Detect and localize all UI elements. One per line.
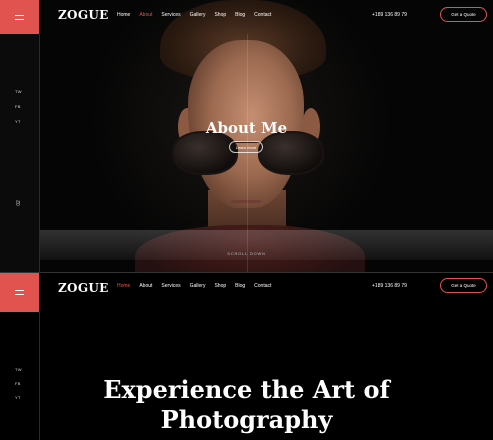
left-rail-divider <box>39 34 40 273</box>
nav-gallery[interactable]: Gallery <box>190 12 206 18</box>
nav-gallery[interactable]: Gallery <box>190 283 206 289</box>
social-twitter[interactable]: TW <box>15 89 22 94</box>
site-header-sticky: ZOGUE Home About Services Gallery Shop B… <box>0 273 493 312</box>
nav-shop[interactable]: Shop <box>214 283 226 289</box>
nav-blog[interactable]: Blog <box>235 12 245 18</box>
nav-shop[interactable]: Shop <box>214 12 226 18</box>
hero-title: About Me <box>205 119 288 137</box>
nav-services[interactable]: Services <box>161 283 180 289</box>
section-title-line-2: Photography <box>160 405 333 434</box>
get-quote-button[interactable]: Get a Quote <box>440 278 487 293</box>
get-quote-button[interactable]: Get a Quote <box>440 7 487 22</box>
nav-home[interactable]: Home <box>117 12 130 18</box>
menu-icon-bar <box>15 294 24 295</box>
site-header: ZOGUE Home About Services Gallery Shop B… <box>0 0 493 34</box>
main-nav: Home About Services Gallery Shop Blog Co… <box>117 12 280 18</box>
site-logo[interactable]: ZOGUE <box>58 8 109 22</box>
nav-about[interactable]: About <box>139 12 152 18</box>
menu-toggle-button[interactable] <box>0 273 39 312</box>
slide-counter: 02 <box>15 200 22 206</box>
social-twitter[interactable]: TW <box>15 367 22 372</box>
menu-icon-bar <box>15 290 24 291</box>
site-logo[interactable]: ZOGUE <box>58 281 109 295</box>
phone-number[interactable]: +189 136 89 79 <box>372 283 407 289</box>
nav-contact[interactable]: Contact <box>254 12 271 18</box>
section-title-line-1: Experience the Art of <box>103 375 390 404</box>
sunglasses-lens-right <box>258 131 324 175</box>
nav-services[interactable]: Services <box>161 12 180 18</box>
scroll-down-link[interactable]: SCROLL DOWN <box>0 251 493 256</box>
learn-more-button[interactable]: Learn more <box>229 141 263 153</box>
phone-number[interactable]: +189 136 89 79 <box>372 12 407 18</box>
menu-icon-bar <box>15 14 24 16</box>
hero-guide-line <box>247 34 248 273</box>
nav-home[interactable]: Home <box>117 283 130 289</box>
section-title: Experience the Art of Photography <box>0 375 493 435</box>
hero-frame: ZOGUE Home About Services Gallery Shop B… <box>0 0 493 273</box>
nav-blog[interactable]: Blog <box>235 283 245 289</box>
menu-toggle-button[interactable] <box>0 0 39 34</box>
social-facebook[interactable]: FB <box>15 104 21 109</box>
sunglasses-lens-left <box>172 131 238 175</box>
nav-about[interactable]: About <box>139 283 152 289</box>
hero-mouth <box>231 200 261 203</box>
menu-icon-bar <box>15 18 24 20</box>
main-nav: Home About Services Gallery Shop Blog Co… <box>117 283 280 289</box>
nav-contact[interactable]: Contact <box>254 283 271 289</box>
